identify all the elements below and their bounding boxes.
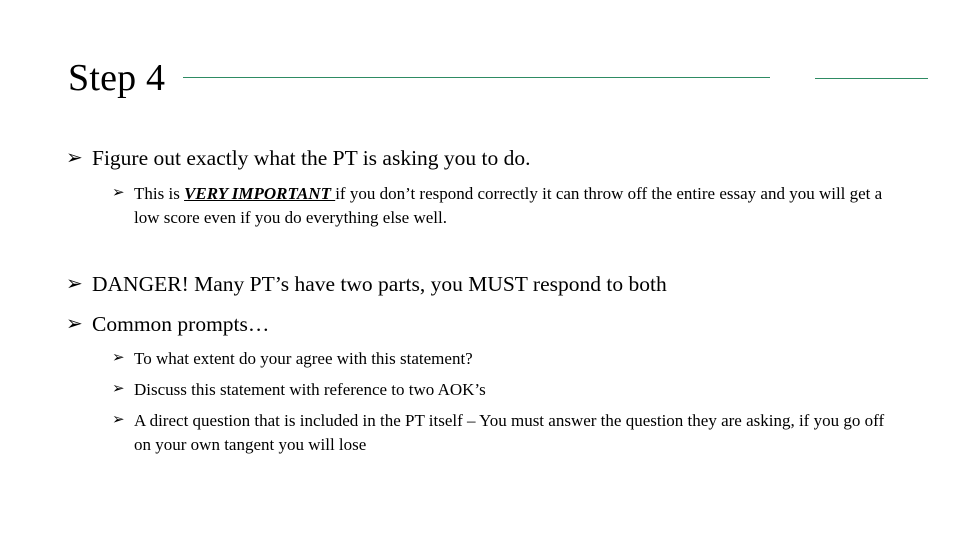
- arrowhead-bullet-icon: ➢: [66, 273, 83, 295]
- sub-bullet-item-discuss-statement: ➢ Discuss this statement with reference …: [112, 378, 902, 402]
- sub-bullet-item-very-important: ➢ This is VERY IMPORTANT if you don’t re…: [112, 182, 902, 229]
- page-title: Step 4: [68, 57, 166, 99]
- sub-bullet-text: This is VERY IMPORTANT if you don’t resp…: [134, 182, 902, 229]
- bullet-text: Figure out exactly what the PT is asking…: [92, 146, 531, 170]
- sub-bullet-text: A direct question that is included in th…: [134, 411, 885, 454]
- title-divider: [183, 72, 928, 84]
- sub-bullet-text-emphasis: VERY IMPORTANT: [184, 184, 336, 203]
- arrowhead-bullet-icon: ➢: [66, 147, 83, 169]
- bullet-item-figure-out: ➢ Figure out exactly what the PT is aski…: [66, 145, 926, 172]
- arrowhead-bullet-icon: ➢: [112, 412, 125, 428]
- arrowhead-bullet-icon: ➢: [112, 350, 125, 366]
- bullet-item-common-prompts: ➢ Common prompts…: [66, 311, 926, 338]
- title-row: Step 4: [68, 52, 928, 104]
- bullet-text: Common prompts…: [92, 312, 270, 336]
- slide: Step 4 ➢ Figure out exactly what the PT …: [0, 0, 960, 540]
- arrowhead-bullet-icon: ➢: [112, 185, 125, 201]
- sub-bullet-item-to-what-extent: ➢ To what extent do your agree with this…: [112, 347, 902, 371]
- arrowhead-bullet-icon: ➢: [112, 381, 125, 397]
- bullet-text: DANGER! Many PT’s have two parts, you MU…: [92, 272, 667, 296]
- title-divider-segment-right: [815, 78, 928, 79]
- arrowhead-bullet-icon: ➢: [66, 313, 83, 335]
- bullet-item-danger: ➢ DANGER! Many PT’s have two parts, you …: [66, 271, 926, 298]
- sub-bullet-item-direct-question: ➢ A direct question that is included in …: [112, 409, 902, 456]
- sub-bullet-text: To what extent do your agree with this s…: [134, 349, 473, 368]
- sub-bullet-text-prefix: This is: [134, 184, 185, 203]
- title-divider-segment-left: [183, 77, 770, 78]
- sub-bullet-text: Discuss this statement with reference to…: [134, 380, 486, 399]
